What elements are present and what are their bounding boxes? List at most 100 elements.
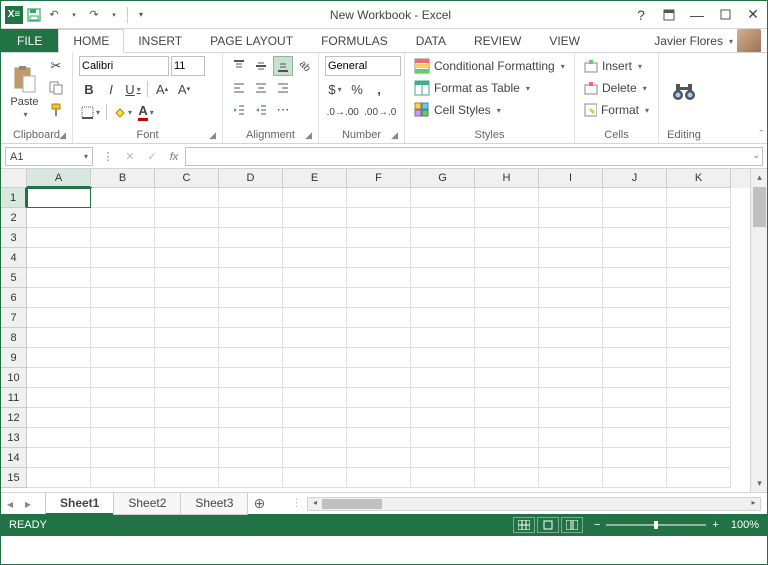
cell[interactable] <box>475 468 539 488</box>
zoom-level[interactable]: 100% <box>731 519 759 531</box>
cell[interactable] <box>603 388 667 408</box>
cell[interactable] <box>91 188 155 208</box>
cell[interactable] <box>91 448 155 468</box>
ribbon-tab-review[interactable]: REVIEW <box>460 29 535 53</box>
normal-view-icon[interactable] <box>513 517 535 533</box>
cell[interactable] <box>219 188 283 208</box>
cell[interactable] <box>283 208 347 228</box>
cell[interactable] <box>27 248 91 268</box>
cell[interactable] <box>539 468 603 488</box>
cell[interactable] <box>475 268 539 288</box>
column-header[interactable]: G <box>411 169 475 188</box>
cell[interactable] <box>603 288 667 308</box>
cell[interactable] <box>411 428 475 448</box>
cell[interactable] <box>411 228 475 248</box>
cell[interactable] <box>603 308 667 328</box>
column-header[interactable]: K <box>667 169 731 188</box>
cell[interactable] <box>27 448 91 468</box>
cell[interactable] <box>603 208 667 228</box>
align-right-icon[interactable] <box>273 78 293 98</box>
cell[interactable] <box>603 348 667 368</box>
underline-button[interactable]: U▾ <box>123 79 143 99</box>
cell[interactable] <box>475 228 539 248</box>
cell[interactable] <box>411 248 475 268</box>
cell[interactable] <box>667 448 731 468</box>
cell[interactable] <box>27 348 91 368</box>
ribbon-tab-formulas[interactable]: FORMULAS <box>307 29 402 53</box>
dialog-launcher-icon[interactable]: ◢ <box>209 130 216 141</box>
cell[interactable] <box>91 368 155 388</box>
cell[interactable] <box>347 348 411 368</box>
conditional-formatting-button[interactable]: Conditional Formatting▾ <box>411 56 568 76</box>
cell[interactable] <box>91 388 155 408</box>
cell[interactable] <box>91 468 155 488</box>
cell[interactable] <box>219 428 283 448</box>
cell[interactable] <box>667 348 731 368</box>
format-as-table-button[interactable]: Format as Table▾ <box>411 78 568 98</box>
avatar[interactable] <box>737 29 761 53</box>
row-header[interactable]: 3 <box>1 228 27 248</box>
horizontal-scrollbar[interactable]: ◂ ▸ <box>307 497 761 511</box>
bold-button[interactable]: B <box>79 79 99 99</box>
expand-formula-bar-icon[interactable]: ⌄ <box>752 150 760 161</box>
cell[interactable] <box>475 308 539 328</box>
formula-bar[interactable]: ⌄ <box>185 147 763 166</box>
undo-icon[interactable]: ↶ <box>45 6 63 24</box>
cell[interactable] <box>475 408 539 428</box>
italic-button[interactable]: I <box>101 79 121 99</box>
orientation-icon[interactable]: ab <box>291 52 319 80</box>
cell[interactable] <box>475 188 539 208</box>
fill-color-icon[interactable]: ▾ <box>111 102 134 122</box>
cancel-formula-icon[interactable]: ✕ <box>119 150 141 163</box>
row-header[interactable]: 14 <box>1 448 27 468</box>
cell[interactable] <box>155 348 219 368</box>
cell[interactable] <box>283 348 347 368</box>
cell[interactable] <box>539 208 603 228</box>
cell[interactable] <box>667 248 731 268</box>
cell[interactable] <box>475 368 539 388</box>
cell[interactable] <box>347 288 411 308</box>
cell[interactable] <box>411 268 475 288</box>
cell[interactable] <box>475 208 539 228</box>
cell[interactable] <box>347 328 411 348</box>
split-handle-icon[interactable]: ⋮ <box>291 498 301 509</box>
cell[interactable] <box>27 268 91 288</box>
cell[interactable] <box>219 268 283 288</box>
row-header[interactable]: 5 <box>1 268 27 288</box>
sheet-tab[interactable]: Sheet3 <box>180 493 248 515</box>
cell[interactable] <box>219 328 283 348</box>
cell[interactable] <box>603 188 667 208</box>
cell[interactable] <box>411 388 475 408</box>
column-header[interactable]: C <box>155 169 219 188</box>
cell[interactable] <box>411 288 475 308</box>
cell[interactable] <box>283 188 347 208</box>
row-header[interactable]: 4 <box>1 248 27 268</box>
column-header[interactable]: A <box>27 169 91 188</box>
user-account[interactable]: Javier Flores ▾ <box>654 29 767 53</box>
ribbon-tab-data[interactable]: DATA <box>402 29 460 53</box>
cell[interactable] <box>603 228 667 248</box>
cell[interactable] <box>667 268 731 288</box>
cell[interactable] <box>347 208 411 228</box>
cell[interactable] <box>667 188 731 208</box>
cell[interactable] <box>155 248 219 268</box>
cell[interactable] <box>283 448 347 468</box>
decrease-indent-icon[interactable] <box>229 100 249 120</box>
row-header[interactable]: 6 <box>1 288 27 308</box>
find-select-button[interactable] <box>665 78 703 106</box>
ribbon-tab-home[interactable]: HOME <box>58 29 124 53</box>
cell[interactable] <box>219 288 283 308</box>
cell[interactable] <box>155 328 219 348</box>
cell-styles-button[interactable]: Cell Styles▾ <box>411 100 568 120</box>
cell[interactable] <box>91 408 155 428</box>
format-cells-button[interactable]: Format▾ <box>581 100 652 120</box>
cell[interactable] <box>667 208 731 228</box>
cell[interactable] <box>539 268 603 288</box>
cell[interactable] <box>283 308 347 328</box>
column-header[interactable]: I <box>539 169 603 188</box>
cell[interactable] <box>283 248 347 268</box>
cell[interactable] <box>155 228 219 248</box>
comma-icon[interactable]: , <box>369 79 389 99</box>
help-icon[interactable]: ? <box>631 5 651 25</box>
enter-formula-icon[interactable]: ✓ <box>141 150 163 163</box>
